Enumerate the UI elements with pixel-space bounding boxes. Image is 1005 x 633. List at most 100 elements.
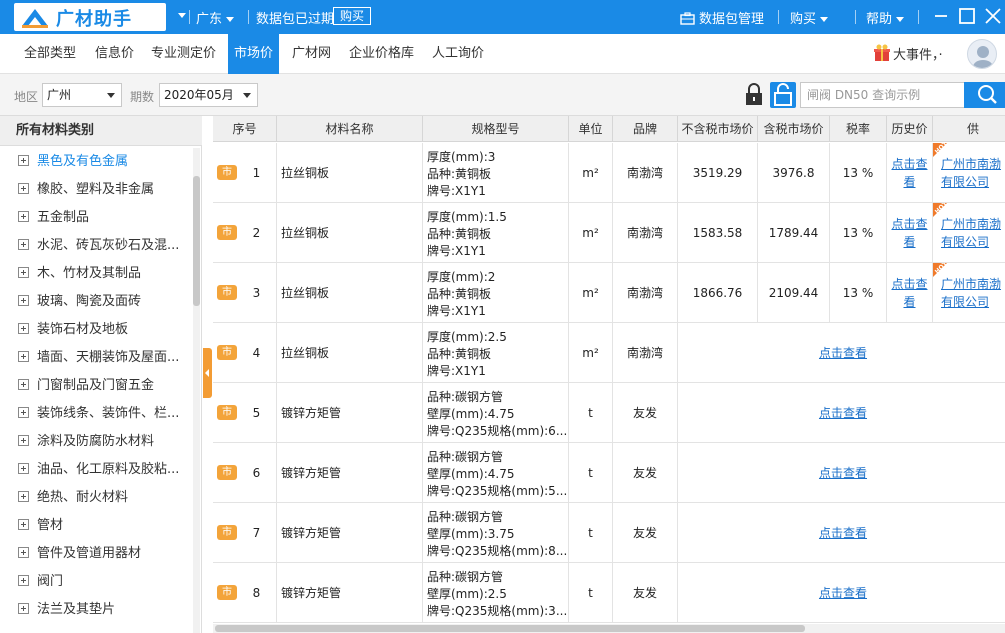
app-logo[interactable]: 广材助手 (14, 3, 166, 31)
tab-professional-price[interactable]: 专业测定价 (145, 34, 222, 74)
tab-all-types[interactable]: 全部类型 (18, 34, 82, 74)
table-row[interactable]: 市 5 镀锌方矩管 品种:碳钢方管 壁厚(mm):4.75 牌号:Q235规格(mm):6… (213, 383, 1005, 443)
history-link[interactable]: 点击查看 (887, 143, 933, 203)
data-manage-button[interactable]: 数据包管理 (680, 8, 764, 27)
header-name[interactable]: 材料名称 (277, 116, 423, 142)
header-price-in-tax[interactable]: 含税市场价 (758, 116, 830, 142)
lock-icon[interactable] (744, 83, 764, 107)
expand-icon[interactable] (18, 379, 29, 390)
history-link-line[interactable]: 点击查 (891, 157, 927, 171)
close-icon[interactable] (983, 6, 1003, 26)
header-unit[interactable]: 单位 (569, 116, 613, 142)
search-input[interactable]: 闸阀 DN50 查询示例 (800, 82, 972, 108)
expand-icon[interactable] (18, 491, 29, 502)
header-no[interactable]: 序号 (213, 116, 277, 142)
minimize-icon[interactable] (931, 6, 951, 26)
table-row[interactable]: 市 6 镀锌方矩管 品种:碳钢方管 壁厚(mm):4.75 牌号:Q235规格(mm):5… (213, 443, 1005, 503)
help-menu[interactable]: 帮助 (866, 8, 905, 27)
expand-icon[interactable] (18, 435, 29, 446)
category-item[interactable]: 涂料及防腐防水材料 (0, 428, 192, 456)
header-supplier[interactable]: 供 (933, 116, 1005, 142)
expand-icon[interactable] (18, 323, 29, 334)
maximize-icon[interactable] (957, 6, 977, 26)
view-price-link[interactable]: 点击查看 (819, 586, 867, 600)
region-dropdown[interactable]: 广东 (196, 8, 235, 27)
header-spec[interactable]: 规格型号 (423, 116, 569, 142)
price-in-tax: 3976.8 (758, 143, 830, 203)
sidebar-scroll-thumb[interactable] (193, 176, 200, 306)
history-link-line[interactable]: 看 (903, 235, 915, 249)
view-price-link[interactable]: 点击查看 (819, 466, 867, 480)
expand-icon[interactable] (18, 239, 29, 250)
history-link-line[interactable]: 点击查 (891, 217, 927, 231)
history-link[interactable]: 点击查看 (887, 203, 933, 263)
history-link[interactable]: 点击查看 (887, 263, 933, 323)
supplier-link[interactable]: 有限公司 (941, 295, 989, 309)
expand-icon[interactable] (18, 155, 29, 166)
category-item[interactable]: 五金制品 (0, 204, 192, 232)
category-item[interactable]: 装饰线条、装饰件、栏... (0, 400, 192, 428)
divider (918, 10, 919, 24)
category-item[interactable]: 黑色及有色金属 (0, 148, 192, 176)
category-item[interactable]: 管件及管道用器材 (0, 540, 192, 568)
view-price-link[interactable]: 点击查看 (819, 526, 867, 540)
tab-manual-inquiry[interactable]: 人工询价 (426, 34, 490, 74)
buy-menu[interactable]: 购买 (790, 8, 829, 27)
expand-icon[interactable] (18, 575, 29, 586)
category-item[interactable]: 法兰及其垫片 (0, 596, 192, 624)
history-link-line[interactable]: 看 (903, 175, 915, 189)
search-button[interactable] (964, 82, 1005, 108)
header-price-ex-tax[interactable]: 不含税市场价 (678, 116, 758, 142)
header-brand[interactable]: 品牌 (613, 116, 678, 142)
category-item[interactable]: 木、竹材及其制品 (0, 260, 192, 288)
table-row[interactable]: 市 4 拉丝铜板 厚度(mm):2.5 品种:黄铜板 牌号:X1Y1 m² 南渤湾 点击查看 (213, 323, 1005, 383)
supplier-link[interactable]: 有限公司 (941, 175, 989, 189)
expand-icon[interactable] (18, 351, 29, 362)
category-item[interactable]: 玻璃、陶瓷及面砖 (0, 288, 192, 316)
table-hscroll-thumb[interactable] (215, 625, 805, 632)
tab-market-price[interactable]: 市场价 (228, 34, 280, 74)
category-item[interactable]: 橡胶、塑料及非金属 (0, 176, 192, 204)
header-history[interactable]: 历史价 (887, 116, 933, 142)
period-select[interactable]: 2020年05月 (159, 83, 258, 107)
expand-icon[interactable] (18, 211, 29, 222)
table-row[interactable]: 市 1 拉丝铜板 厚度(mm):3 品种:黄铜板 牌号:X1Y1 m² 南渤湾 3519.29 3… (213, 143, 1005, 203)
category-item[interactable]: 绝热、耐火材料 (0, 484, 192, 512)
avatar[interactable] (967, 39, 997, 69)
category-item[interactable]: 装饰石材及地板 (0, 316, 192, 344)
history-link-line[interactable]: 点击查 (891, 277, 927, 291)
view-price-link[interactable]: 点击查看 (819, 406, 867, 420)
header-tax[interactable]: 税率 (830, 116, 887, 142)
region-select[interactable]: 广州 (42, 83, 122, 107)
supplier-link[interactable]: 有限公司 (941, 235, 989, 249)
expand-icon[interactable] (18, 407, 29, 418)
category-item[interactable]: 管材 (0, 512, 192, 540)
category-item[interactable]: 油品、化工原料及胶粘... (0, 456, 192, 484)
table-row[interactable]: 市 7 镀锌方矩管 品种:碳钢方管 壁厚(mm):3.75 牌号:Q235规格(mm):8… (213, 503, 1005, 563)
category-item[interactable]: 墙面、天棚装饰及屋面... (0, 344, 192, 372)
expand-icon[interactable] (18, 463, 29, 474)
logo-dropdown[interactable] (174, 8, 186, 23)
expand-icon[interactable] (18, 183, 29, 194)
view-price-link[interactable]: 点击查看 (819, 346, 867, 360)
expand-icon[interactable] (18, 603, 29, 614)
tab-enterprise-library[interactable]: 企业价格库 (343, 34, 420, 74)
buy-button[interactable]: 购买 (333, 7, 372, 25)
unlock-button[interactable] (770, 82, 796, 108)
news-ticker[interactable]: 大事件，· (893, 44, 943, 63)
history-link-line[interactable]: 看 (903, 295, 915, 309)
tab-gc-web[interactable]: 广材网 (286, 34, 337, 74)
market-badge: 市 (217, 165, 237, 180)
table-row[interactable]: 市 2 拉丝铜板 厚度(mm):1.5 品种:黄铜板 牌号:X1Y1 m² 南渤湾 1583.5… (213, 203, 1005, 263)
category-item[interactable]: 水泥、砖瓦灰砂石及混... (0, 232, 192, 260)
expand-icon[interactable] (18, 295, 29, 306)
category-item[interactable]: 门窗制品及门窗五金 (0, 372, 192, 400)
collapse-sidebar-button[interactable] (203, 348, 212, 398)
table-row[interactable]: 市 3 拉丝铜板 厚度(mm):2 品种:黄铜板 牌号:X1Y1 m² 南渤湾 1866.76 2… (213, 263, 1005, 323)
category-item[interactable]: 阀门 (0, 568, 192, 596)
tab-info-price[interactable]: 信息价 (89, 34, 140, 74)
expand-icon[interactable] (18, 519, 29, 530)
expand-icon[interactable] (18, 547, 29, 558)
table-row[interactable]: 市 8 镀锌方矩管 品种:碳钢方管 壁厚(mm):2.5 牌号:Q235规格(mm):3.… (213, 563, 1005, 623)
expand-icon[interactable] (18, 267, 29, 278)
